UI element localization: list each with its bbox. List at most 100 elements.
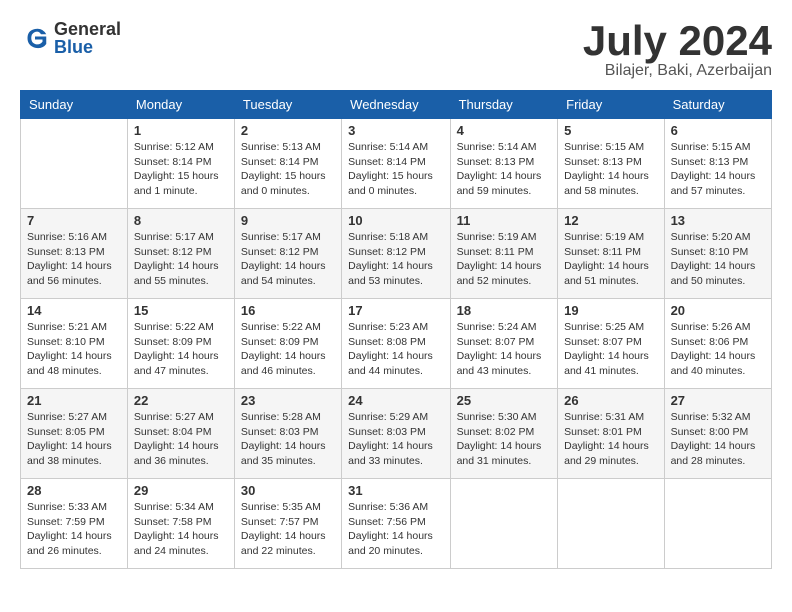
calendar-cell: 19 Sunrise: 5:25 AM Sunset: 8:07 PM Dayli… [558, 299, 664, 389]
day-info: Sunrise: 5:32 AM Sunset: 8:00 PM Dayligh… [671, 410, 765, 469]
day-number: 5 [564, 123, 657, 138]
day-number: 16 [241, 303, 335, 318]
calendar-header-thursday: Thursday [450, 91, 558, 119]
calendar-cell: 14 Sunrise: 5:21 AM Sunset: 8:10 PM Dayli… [21, 299, 128, 389]
calendar-cell: 7 Sunrise: 5:16 AM Sunset: 8:13 PM Daylig… [21, 209, 128, 299]
day-info: Sunrise: 5:24 AM Sunset: 8:07 PM Dayligh… [457, 320, 552, 379]
calendar-week-row: 14 Sunrise: 5:21 AM Sunset: 8:10 PM Dayli… [21, 299, 772, 389]
day-number: 17 [348, 303, 443, 318]
calendar-header-saturday: Saturday [664, 91, 771, 119]
day-info: Sunrise: 5:29 AM Sunset: 8:03 PM Dayligh… [348, 410, 443, 469]
calendar-cell: 2 Sunrise: 5:13 AM Sunset: 8:14 PM Daylig… [234, 119, 341, 209]
calendar-cell: 5Sunrise: 5:15 AM Sunset: 8:13 PM Daylig… [558, 119, 664, 209]
day-info: Sunrise: 5:19 AM Sunset: 8:11 PM Dayligh… [564, 230, 657, 289]
day-number: 7 [27, 213, 121, 228]
calendar-cell: 17Sunrise: 5:23 AM Sunset: 8:08 PM Dayli… [342, 299, 450, 389]
day-info: Sunrise: 5:15 AM Sunset: 8:13 PM Dayligh… [671, 140, 765, 199]
calendar-cell: 9Sunrise: 5:17 AM Sunset: 8:12 PM Daylig… [234, 209, 341, 299]
day-number: 22 [134, 393, 228, 408]
calendar-week-row: 7 Sunrise: 5:16 AM Sunset: 8:13 PM Daylig… [21, 209, 772, 299]
day-info: Sunrise: 5:31 AM Sunset: 8:01 PM Dayligh… [564, 410, 657, 469]
calendar-cell: 10 Sunrise: 5:18 AM Sunset: 8:12 PM Dayli… [342, 209, 450, 299]
day-number: 15 [134, 303, 228, 318]
day-number: 12 [564, 213, 657, 228]
logo-general-text: General [54, 20, 121, 38]
day-info: Sunrise: 5:22 AM Sunset: 8:09 PM Dayligh… [241, 320, 335, 379]
day-info: Sunrise: 5:18 AM Sunset: 8:12 PM Dayligh… [348, 230, 443, 289]
day-info: Sunrise: 5:33 AM Sunset: 7:59 PM Dayligh… [27, 500, 121, 559]
day-number: 8 [134, 213, 228, 228]
day-number: 3 [348, 123, 443, 138]
day-info: Sunrise: 5:12 AM Sunset: 8:14 PM Dayligh… [134, 140, 228, 199]
day-number: 4 [457, 123, 552, 138]
logo-icon [20, 23, 50, 53]
day-info: Sunrise: 5:14 AM Sunset: 8:13 PM Dayligh… [457, 140, 552, 199]
day-number: 21 [27, 393, 121, 408]
day-number: 29 [134, 483, 228, 498]
month-title: July 2024 [583, 20, 772, 62]
calendar-cell [21, 119, 128, 209]
calendar-cell: 20 Sunrise: 5:26 AM Sunset: 8:06 PM Dayli… [664, 299, 771, 389]
calendar-cell: 4 Sunrise: 5:14 AM Sunset: 8:13 PM Daylig… [450, 119, 558, 209]
day-info: Sunrise: 5:27 AM Sunset: 8:04 PM Dayligh… [134, 410, 228, 469]
calendar-header-row: SundayMondayTuesdayWednesdayThursdayFrid… [21, 91, 772, 119]
day-number: 6 [671, 123, 765, 138]
day-info: Sunrise: 5:21 AM Sunset: 8:10 PM Dayligh… [27, 320, 121, 379]
calendar-cell [664, 479, 771, 569]
day-info: Sunrise: 5:30 AM Sunset: 8:02 PM Dayligh… [457, 410, 552, 469]
day-info: Sunrise: 5:14 AM Sunset: 8:14 PM Dayligh… [348, 140, 443, 199]
day-info: Sunrise: 5:13 AM Sunset: 8:14 PM Dayligh… [241, 140, 335, 199]
calendar-cell: 22 Sunrise: 5:27 AM Sunset: 8:04 PM Dayli… [127, 389, 234, 479]
day-number: 24 [348, 393, 443, 408]
logo: General Blue [20, 20, 121, 56]
day-number: 13 [671, 213, 765, 228]
day-info: Sunrise: 5:27 AM Sunset: 8:05 PM Dayligh… [27, 410, 121, 469]
calendar-cell: 28Sunrise: 5:33 AM Sunset: 7:59 PM Dayli… [21, 479, 128, 569]
day-number: 30 [241, 483, 335, 498]
day-info: Sunrise: 5:26 AM Sunset: 8:06 PM Dayligh… [671, 320, 765, 379]
calendar-cell: 8Sunrise: 5:17 AM Sunset: 8:12 PM Daylig… [127, 209, 234, 299]
day-number: 1 [134, 123, 228, 138]
day-number: 23 [241, 393, 335, 408]
calendar-cell: 21 Sunrise: 5:27 AM Sunset: 8:05 PM Dayli… [21, 389, 128, 479]
calendar-cell: 1 Sunrise: 5:12 AM Sunset: 8:14 PM Daylig… [127, 119, 234, 209]
day-info: Sunrise: 5:28 AM Sunset: 8:03 PM Dayligh… [241, 410, 335, 469]
calendar-cell: 23 Sunrise: 5:28 AM Sunset: 8:03 PM Dayli… [234, 389, 341, 479]
title-section: July 2024 Bilajer, Baki, Azerbaijan [583, 20, 772, 80]
calendar-header-wednesday: Wednesday [342, 91, 450, 119]
location: Bilajer, Baki, Azerbaijan [583, 62, 772, 80]
day-number: 19 [564, 303, 657, 318]
calendar-cell: 31Sunrise: 5:36 AM Sunset: 7:56 PM Dayli… [342, 479, 450, 569]
day-number: 31 [348, 483, 443, 498]
calendar-table: SundayMondayTuesdayWednesdayThursdayFrid… [20, 90, 772, 569]
day-info: Sunrise: 5:16 AM Sunset: 8:13 PM Dayligh… [27, 230, 121, 289]
day-info: Sunrise: 5:35 AM Sunset: 7:57 PM Dayligh… [241, 500, 335, 559]
day-number: 9 [241, 213, 335, 228]
day-info: Sunrise: 5:25 AM Sunset: 8:07 PM Dayligh… [564, 320, 657, 379]
calendar-cell: 13Sunrise: 5:20 AM Sunset: 8:10 PM Dayli… [664, 209, 771, 299]
calendar-cell: 15 Sunrise: 5:22 AM Sunset: 8:09 PM Dayli… [127, 299, 234, 389]
calendar-cell: 30 Sunrise: 5:35 AM Sunset: 7:57 PM Dayli… [234, 479, 341, 569]
day-info: Sunrise: 5:34 AM Sunset: 7:58 PM Dayligh… [134, 500, 228, 559]
calendar-cell: 27Sunrise: 5:32 AM Sunset: 8:00 PM Dayli… [664, 389, 771, 479]
day-number: 2 [241, 123, 335, 138]
calendar-cell: 3 Sunrise: 5:14 AM Sunset: 8:14 PM Daylig… [342, 119, 450, 209]
calendar-cell: 16 Sunrise: 5:22 AM Sunset: 8:09 PM Dayli… [234, 299, 341, 389]
calendar-week-row: 28Sunrise: 5:33 AM Sunset: 7:59 PM Dayli… [21, 479, 772, 569]
day-number: 10 [348, 213, 443, 228]
calendar-cell [450, 479, 558, 569]
calendar-cell [558, 479, 664, 569]
calendar-header-sunday: Sunday [21, 91, 128, 119]
calendar-cell: 24 Sunrise: 5:29 AM Sunset: 8:03 PM Dayli… [342, 389, 450, 479]
day-number: 20 [671, 303, 765, 318]
calendar-header-friday: Friday [558, 91, 664, 119]
day-info: Sunrise: 5:22 AM Sunset: 8:09 PM Dayligh… [134, 320, 228, 379]
calendar-cell: 11Sunrise: 5:19 AM Sunset: 8:11 PM Dayli… [450, 209, 558, 299]
day-number: 25 [457, 393, 552, 408]
day-number: 14 [27, 303, 121, 318]
calendar-header-tuesday: Tuesday [234, 91, 341, 119]
calendar-cell: 18 Sunrise: 5:24 AM Sunset: 8:07 PM Dayli… [450, 299, 558, 389]
calendar-week-row: 1 Sunrise: 5:12 AM Sunset: 8:14 PM Daylig… [21, 119, 772, 209]
calendar-cell: 6 Sunrise: 5:15 AM Sunset: 8:13 PM Daylig… [664, 119, 771, 209]
day-number: 18 [457, 303, 552, 318]
